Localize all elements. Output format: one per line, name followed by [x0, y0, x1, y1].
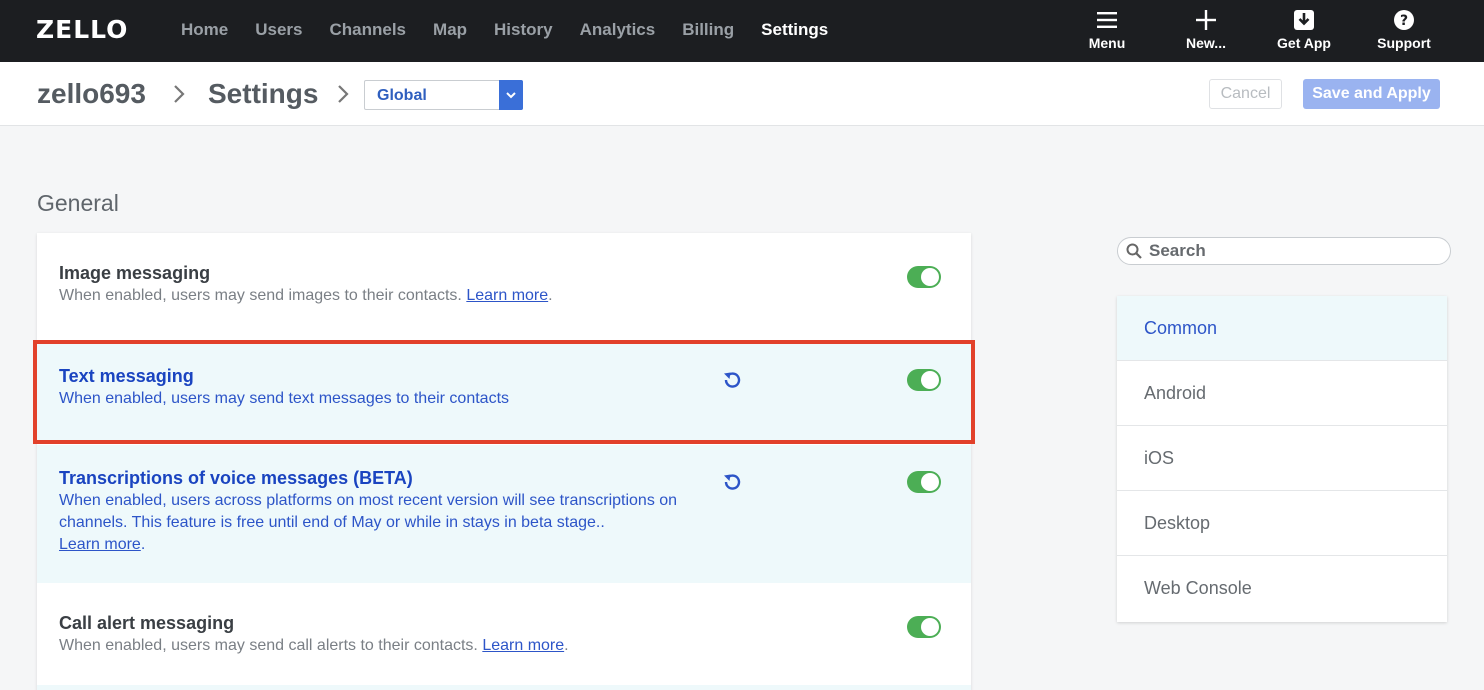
- settings-search[interactable]: [1117, 237, 1451, 265]
- nav-map[interactable]: Map: [433, 20, 467, 40]
- learn-more-link[interactable]: Learn more: [482, 637, 564, 654]
- setting-row-image-messaging: Image messaging When enabled, users may …: [37, 233, 971, 335]
- setting-row-next: [37, 685, 971, 690]
- menu-item-android[interactable]: Android: [1117, 361, 1447, 426]
- save-and-apply-button[interactable]: Save and Apply: [1303, 79, 1440, 109]
- menu-item-common[interactable]: Common: [1117, 296, 1447, 361]
- setting-title: Call alert messaging: [59, 613, 235, 633]
- highlight-box: [33, 340, 975, 444]
- menu-button[interactable]: Menu: [1062, 8, 1152, 51]
- nav-channels[interactable]: Channels: [330, 20, 407, 40]
- nav-users[interactable]: Users: [255, 20, 302, 40]
- breadcrumb-settings: Settings: [208, 78, 319, 109]
- page-header: zello693 Settings Global Cancel Save and…: [0, 62, 1484, 126]
- toggle-switch[interactable]: [907, 616, 941, 638]
- main-nav: Home Users Channels Map History Analytic…: [181, 20, 855, 40]
- setting-title: Transcriptions of voice messages (BETA): [59, 468, 413, 488]
- settings-card: Image messaging When enabled, users may …: [37, 233, 971, 690]
- scope-select[interactable]: Global: [364, 80, 523, 110]
- chevron-down-icon: [499, 80, 523, 110]
- search-icon: [1126, 243, 1142, 259]
- setting-title: Image messaging: [59, 263, 211, 283]
- menu-item-desktop[interactable]: Desktop: [1117, 491, 1447, 556]
- hamburger-icon: [1062, 8, 1152, 32]
- toggle-switch[interactable]: [907, 471, 941, 493]
- zello-logo[interactable]: ZELLO: [36, 17, 128, 43]
- plus-icon: [1161, 8, 1251, 32]
- setting-description: When enabled, users may send images to t…: [59, 287, 553, 304]
- get-app-button[interactable]: Get App: [1259, 8, 1349, 51]
- setting-description: When enabled, users may send call alerts…: [59, 637, 569, 654]
- toggle-switch[interactable]: [907, 266, 941, 288]
- new-label: New...: [1186, 35, 1226, 51]
- nav-billing[interactable]: Billing: [682, 20, 734, 40]
- search-input[interactable]: [1149, 241, 1439, 261]
- support-label: Support: [1377, 35, 1431, 51]
- setting-description: When enabled, users across platforms on …: [59, 492, 678, 553]
- menu-item-web-console[interactable]: Web Console: [1117, 556, 1447, 621]
- section-title: General: [37, 190, 119, 216]
- top-navigation-bar: ZELLO Home Users Channels Map History An…: [0, 0, 1484, 62]
- learn-more-link[interactable]: Learn more: [466, 287, 548, 304]
- nav-history[interactable]: History: [494, 20, 553, 40]
- platform-menu: Common Android iOS Desktop Web Console: [1117, 296, 1447, 622]
- nav-home[interactable]: Home: [181, 20, 228, 40]
- learn-more-link[interactable]: Learn more: [59, 536, 141, 553]
- breadcrumb-account[interactable]: zello693: [37, 77, 146, 111]
- menu-item-ios[interactable]: iOS: [1117, 426, 1447, 491]
- nav-analytics[interactable]: Analytics: [580, 20, 656, 40]
- help-icon: ?: [1359, 8, 1449, 32]
- chevron-right-icon: [338, 85, 349, 103]
- chevron-right-icon: [174, 85, 185, 103]
- setting-row-transcriptions: Transcriptions of voice messages (BETA) …: [37, 445, 971, 583]
- new-button[interactable]: New...: [1161, 8, 1251, 51]
- nav-settings[interactable]: Settings: [761, 20, 828, 40]
- support-button[interactable]: ? Support: [1359, 8, 1449, 51]
- download-icon: [1259, 8, 1349, 32]
- reset-icon[interactable]: [721, 471, 743, 493]
- setting-row-call-alert: Call alert messaging When enabled, users…: [37, 583, 971, 683]
- cancel-button[interactable]: Cancel: [1209, 79, 1282, 109]
- get-app-label: Get App: [1277, 35, 1331, 51]
- menu-label: Menu: [1088, 35, 1126, 51]
- scope-select-value: Global: [377, 87, 427, 104]
- svg-text:?: ?: [1400, 13, 1408, 29]
